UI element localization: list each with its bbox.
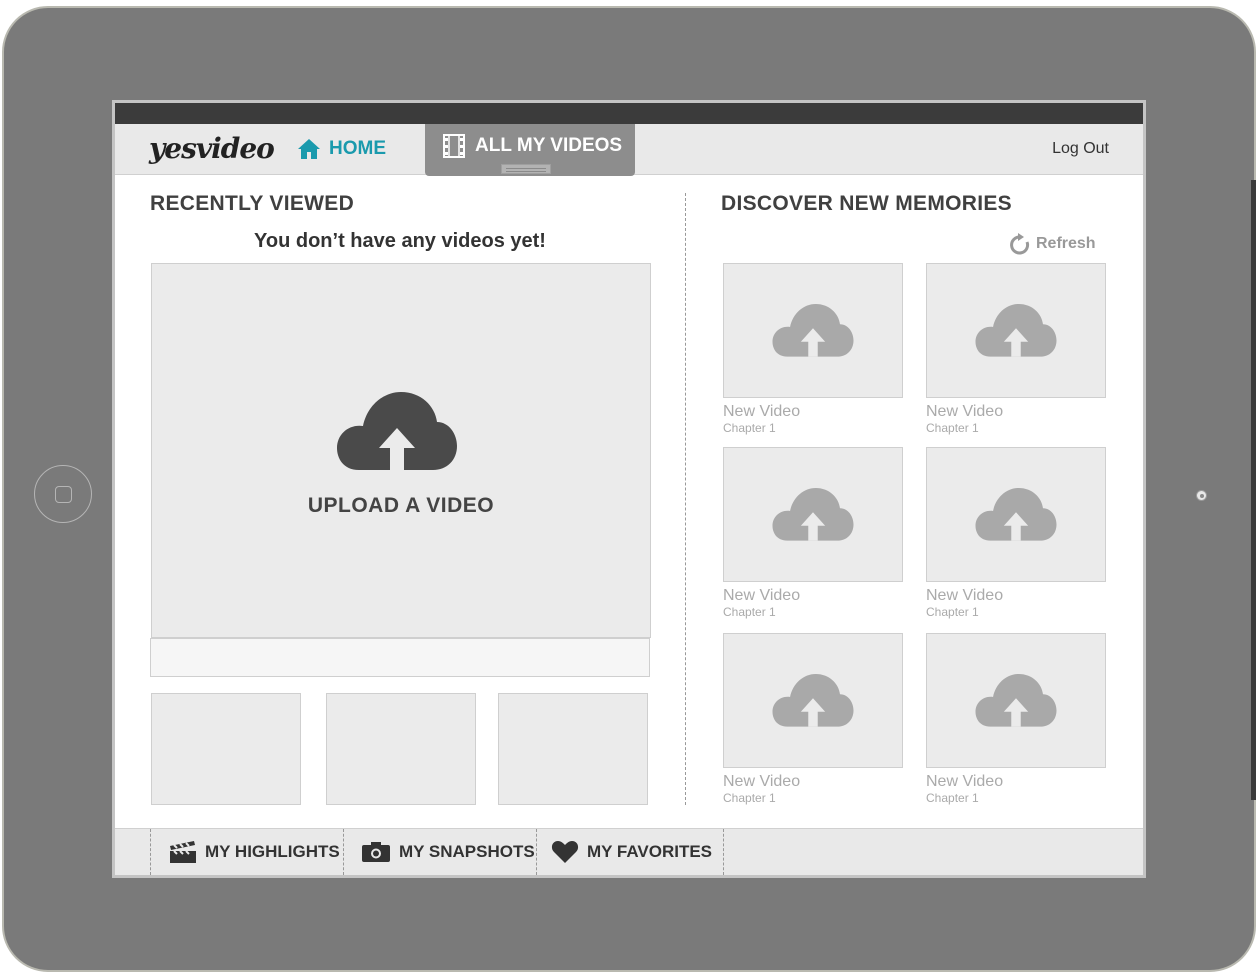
video-thumbnail[interactable] — [926, 263, 1106, 398]
my-snapshots-label: MY SNAPSHOTS — [399, 842, 535, 861]
video-chapter: Chapter 1 — [926, 605, 979, 619]
cloud-upload-icon — [337, 392, 457, 470]
video-tile[interactable]: New Video Chapter 1 — [926, 447, 1106, 620]
video-tile[interactable]: New Video Chapter 1 — [723, 263, 903, 436]
video-thumbnail[interactable] — [723, 447, 903, 582]
video-chapter: Chapter 1 — [926, 791, 979, 805]
video-chapter: Chapter 1 — [723, 421, 776, 435]
all-videos-tab[interactable]: ALL MY VIDEOS — [425, 124, 635, 176]
cloud-upload-icon — [772, 304, 854, 357]
home-nav-label: HOME — [329, 138, 386, 159]
video-title[interactable]: New Video — [926, 403, 1106, 421]
video-thumbnail[interactable] — [723, 633, 903, 768]
bottom-nav: MY HIGHLIGHTS MY SNAPSHOTS MY FAVORITES — [115, 828, 1143, 875]
section-divider — [685, 193, 686, 805]
empty-message: You don’t have any videos yet! — [254, 230, 546, 252]
upload-video-label: UPLOAD A VIDEO — [307, 494, 495, 517]
video-info-bar — [150, 638, 650, 677]
camera-icon — [362, 842, 390, 862]
bottom-nav-divider — [723, 829, 724, 875]
cloud-upload-icon — [772, 674, 854, 727]
video-tile[interactable]: New Video Chapter 1 — [926, 263, 1106, 436]
my-favorites-button[interactable]: MY FAVORITES — [536, 829, 723, 875]
video-tile[interactable]: New Video Chapter 1 — [723, 447, 903, 620]
film-icon — [443, 134, 465, 158]
app-screen: yesvideo HOME ALL MY VIDEOS Log Out RECE… — [112, 100, 1146, 878]
upload-video-area[interactable]: UPLOAD A VIDEO — [151, 263, 651, 638]
device-camera — [1196, 490, 1207, 501]
status-bar — [115, 103, 1143, 124]
video-chapter: Chapter 1 — [723, 791, 776, 805]
clapperboard-icon — [170, 841, 196, 863]
my-snapshots-button[interactable]: MY SNAPSHOTS — [343, 829, 536, 875]
device-home-button[interactable] — [34, 465, 92, 523]
logout-link[interactable]: Log Out — [1052, 140, 1109, 158]
video-title[interactable]: New Video — [926, 773, 1106, 791]
recent-thumbnail[interactable] — [326, 693, 476, 805]
refresh-label: Refresh — [1036, 235, 1096, 252]
my-favorites-label: MY FAVORITES — [587, 842, 713, 861]
my-highlights-button[interactable]: MY HIGHLIGHTS — [150, 829, 343, 875]
all-videos-label: ALL MY VIDEOS — [475, 135, 623, 156]
recent-thumbnail[interactable] — [151, 693, 301, 805]
video-title[interactable]: New Video — [926, 587, 1106, 605]
video-title[interactable]: New Video — [723, 587, 903, 605]
my-highlights-label: MY HIGHLIGHTS — [205, 842, 340, 861]
cloud-upload-icon — [975, 674, 1057, 727]
cloud-upload-icon — [772, 488, 854, 541]
refresh-icon — [1010, 233, 1030, 255]
video-thumbnail[interactable] — [926, 633, 1106, 768]
video-title[interactable]: New Video — [723, 773, 903, 791]
device-edge — [1251, 180, 1256, 800]
logo[interactable]: yesvideo — [149, 132, 275, 165]
refresh-button[interactable]: Refresh — [1010, 233, 1096, 255]
house-icon — [298, 139, 320, 159]
video-thumbnail[interactable] — [926, 447, 1106, 582]
video-tile[interactable]: New Video Chapter 1 — [723, 633, 903, 806]
heart-icon — [551, 841, 579, 863]
video-tile[interactable]: New Video Chapter 1 — [926, 633, 1106, 806]
cloud-upload-icon — [975, 304, 1057, 357]
home-nav-link[interactable]: HOME — [297, 135, 386, 163]
cloud-upload-icon — [975, 488, 1057, 541]
tab-grip-handle[interactable] — [501, 164, 551, 174]
video-chapter: Chapter 1 — [926, 421, 979, 435]
video-chapter: Chapter 1 — [723, 605, 776, 619]
top-nav: yesvideo HOME ALL MY VIDEOS Log Out — [115, 124, 1143, 176]
video-title[interactable]: New Video — [723, 403, 903, 421]
recently-viewed-title: RECENTLY VIEWED — [150, 192, 355, 215]
discover-title: DISCOVER NEW MEMORIES — [721, 192, 1012, 215]
video-thumbnail[interactable] — [723, 263, 903, 398]
recent-thumbnail[interactable] — [498, 693, 648, 805]
